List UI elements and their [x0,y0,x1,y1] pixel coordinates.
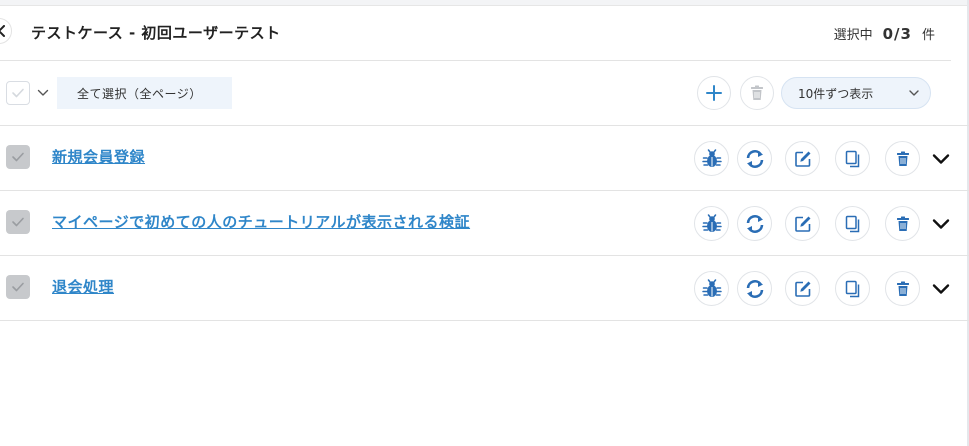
per-page-select[interactable]: 10件ずつ表示 [781,77,931,109]
bulk-delete-button[interactable] [740,76,774,110]
check-icon [12,217,24,227]
check-icon [12,152,24,162]
trash-icon [896,151,909,166]
back-button[interactable] [0,18,12,44]
sync-button[interactable] [737,271,772,306]
chevron-down-icon [909,90,919,96]
sync-icon [746,279,763,298]
table-row: 退会処理 [0,256,969,321]
copy-button[interactable] [835,206,870,241]
bug-icon [701,213,722,232]
chevron-down-icon [37,89,49,96]
table-row: 新規会員登録 [0,126,969,191]
check-icon [12,282,24,292]
copy-button[interactable] [835,271,870,306]
sync-icon [746,149,763,168]
copy-button[interactable] [835,141,870,176]
expand-toggle[interactable] [930,213,952,235]
test-case-screen: テストケース - 初回ユーザーテスト 選択中 0/3 件 全て選択（全ページ） [0,0,969,446]
selection-number: 0/3 [882,25,912,43]
copy-icon [845,215,859,232]
chevron-down-icon [932,154,950,164]
chevron-down-icon [932,219,950,229]
row-checkbox[interactable] [6,210,30,234]
toolbar: 全て選択（全ページ） 10件ずつ表示 [0,61,969,126]
select-menu-toggle[interactable] [35,85,51,101]
trash-icon [896,216,909,231]
edit-button[interactable] [785,206,820,241]
test-case-link[interactable]: マイページで初めての人のチュートリアルが表示される検証 [52,211,470,232]
selection-label: 選択中 [833,28,873,43]
edit-icon [794,281,810,297]
selection-count: 選択中 0/3 件 [834,24,935,43]
sync-button[interactable] [737,206,772,241]
delete-button[interactable] [885,141,920,176]
edit-button[interactable] [785,141,820,176]
selection-unit: 件 [921,28,935,43]
chevron-left-icon [0,25,5,37]
bug-report-button[interactable] [694,206,729,241]
row-checkbox[interactable] [6,145,30,169]
copy-icon [845,280,859,297]
chevron-down-icon [932,284,950,294]
bug-icon [701,148,722,167]
sync-button[interactable] [737,141,772,176]
plus-icon [706,85,722,101]
header: テストケース - 初回ユーザーテスト 選択中 0/3 件 [0,6,951,61]
select-all-checkbox[interactable] [6,81,30,105]
bug-report-button[interactable] [694,271,729,306]
trash-icon [896,281,909,296]
check-icon [12,88,24,98]
page-title: テストケース - 初回ユーザーテスト [31,24,281,42]
bug-icon [701,278,722,297]
row-checkbox[interactable] [6,275,30,299]
sync-icon [746,214,763,233]
trash-icon [751,85,763,100]
bug-report-button[interactable] [694,141,729,176]
delete-button[interactable] [885,206,920,241]
expand-toggle[interactable] [930,278,952,300]
test-case-link[interactable]: 新規会員登録 [52,146,145,167]
expand-toggle[interactable] [930,148,952,170]
edit-icon [794,216,810,232]
copy-icon [845,150,859,167]
edit-icon [794,151,810,167]
delete-button[interactable] [885,271,920,306]
add-button[interactable] [697,76,731,110]
test-case-link[interactable]: 退会処理 [52,276,114,297]
per-page-label: 10件ずつ表示 [798,86,874,101]
select-all-pages-button[interactable]: 全て選択（全ページ） [57,77,232,109]
table-row: マイページで初めての人のチュートリアルが表示される検証 [0,191,969,256]
edit-button[interactable] [785,271,820,306]
